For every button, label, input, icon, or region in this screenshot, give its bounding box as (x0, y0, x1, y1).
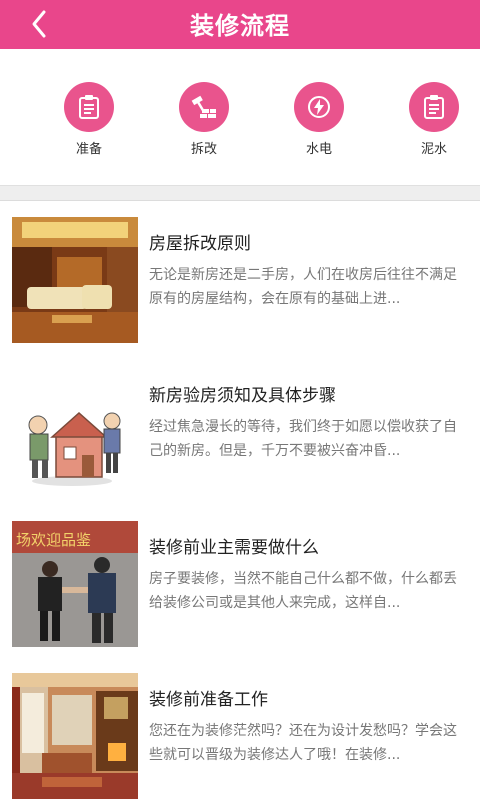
step-label: 准备 (75, 142, 102, 157)
article-summary: 您还在为装修茫然吗？还在为设计发愁吗？学会这些就可以晋级为装修达人了哦！在装修.… (149, 723, 457, 763)
step-label: 泥水 (420, 142, 447, 157)
step-demolish[interactable]: 拆改 (174, 82, 234, 162)
article-title: 房屋拆改原则 (149, 234, 251, 254)
article-item[interactable]: 房屋拆改原则 无论是新房还是二手房，人们在收房后往往不满足原有的房屋结构，会在原… (0, 201, 480, 353)
clipboard-icon (64, 82, 114, 132)
app-header: 装修流程 (0, 0, 480, 49)
article-title: 装修前业主需要做什么 (149, 538, 319, 558)
clipboard-icon (409, 82, 459, 132)
article-title: 装修前准备工作 (149, 690, 268, 710)
step-label: 拆改 (190, 142, 217, 157)
page-title: 装修流程 (190, 12, 290, 40)
living-room-thumbnail (12, 217, 138, 343)
step-nav: 准备 拆改 水电 泥水 (0, 49, 480, 186)
section-divider (0, 186, 480, 201)
lightning-icon (294, 82, 344, 132)
article-summary: 房子要装修，当然不能自己什么都不做，什么都丢给装修公司或是其他人来完成，这样自.… (149, 571, 457, 611)
owners-meeting-thumbnail: 场欢迎品鉴 (12, 521, 138, 647)
article-summary: 经过焦急漫长的等待，我们终于如愿以偿收获了自己的新房。但是，千万不要被兴奋冲昏.… (149, 419, 457, 459)
interior-room-thumbnail (12, 673, 138, 799)
article-item[interactable]: 装修前准备工作 您还在为装修茫然吗？还在为设计发愁吗？学会这些就可以晋级为装修达… (0, 657, 480, 809)
step-prepare[interactable]: 准备 (59, 82, 119, 162)
house-inspection-thumbnail (12, 369, 138, 495)
step-label: 水电 (305, 142, 332, 157)
step-masonry[interactable]: 泥水 (404, 82, 464, 162)
article-title: 新房验房须知及具体步骤 (149, 386, 336, 406)
article-item[interactable]: 场欢迎品鉴 装修前业主需要做什么 房子要装修，当然不能自己什么都不做，什么都丢给… (0, 505, 480, 657)
step-plumbing-electric[interactable]: 水电 (289, 82, 349, 162)
hammer-bricks-icon (179, 82, 229, 132)
svg-text:场欢迎品鉴: 场欢迎品鉴 (16, 531, 91, 549)
article-summary: 无论是新房还是二手房，人们在收房后往往不满足原有的房屋结构，会在原有的基础上进.… (149, 267, 457, 307)
article-item[interactable]: 新房验房须知及具体步骤 经过焦急漫长的等待，我们终于如愿以偿收获了自己的新房。但… (0, 353, 480, 505)
